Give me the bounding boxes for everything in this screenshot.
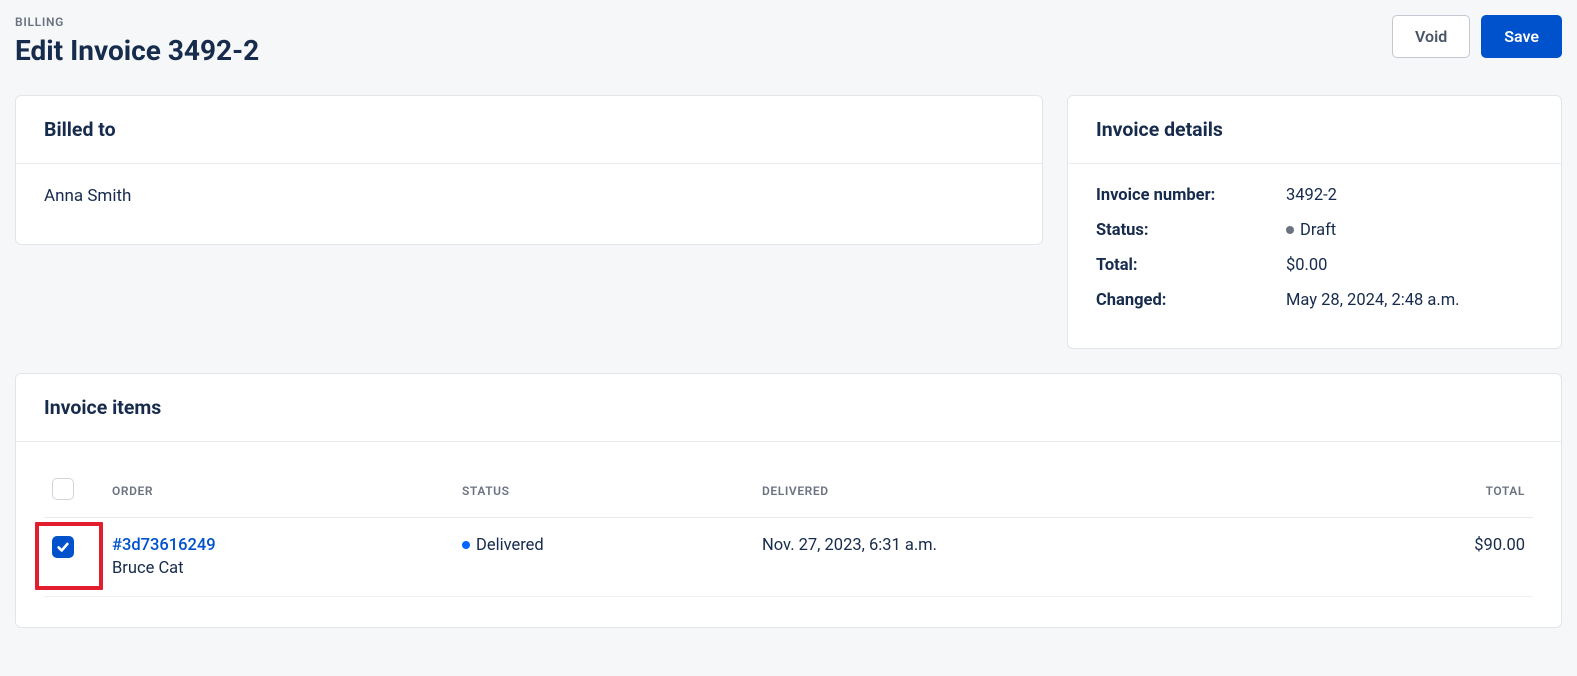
status-dot-icon bbox=[1286, 226, 1294, 234]
page-header: BILLING Edit Invoice 3492-2 Void Save bbox=[15, 15, 1562, 67]
check-icon bbox=[56, 540, 70, 554]
table-header-row: ORDER STATUS DELIVERED TOTAL bbox=[44, 464, 1533, 518]
cell-checkbox bbox=[44, 518, 104, 597]
billed-to-header: Billed to bbox=[16, 96, 1042, 164]
detail-status-text: Draft bbox=[1300, 221, 1336, 240]
invoice-items-table: ORDER STATUS DELIVERED TOTAL bbox=[44, 464, 1533, 597]
detail-row-total: Total: $0.00 bbox=[1096, 256, 1533, 275]
detail-row-invoice-number: Invoice number: 3492-2 bbox=[1096, 186, 1533, 205]
col-header-order: ORDER bbox=[104, 464, 454, 518]
detail-value-status: Draft bbox=[1286, 221, 1336, 240]
order-customer: Bruce Cat bbox=[112, 559, 446, 578]
invoice-items-header: Invoice items bbox=[16, 374, 1561, 442]
breadcrumb: BILLING bbox=[15, 15, 259, 29]
billed-to-title: Billed to bbox=[44, 118, 1014, 141]
header-title-block: BILLING Edit Invoice 3492-2 bbox=[15, 15, 259, 67]
detail-value-changed: May 28, 2024, 2:48 a.m. bbox=[1286, 291, 1460, 310]
cell-status: Delivered bbox=[454, 518, 754, 597]
detail-row-status: Status: Draft bbox=[1096, 221, 1533, 240]
cell-order: #3d73616249 Bruce Cat bbox=[104, 518, 454, 597]
top-cards-row: Billed to Anna Smith Invoice details Inv… bbox=[15, 95, 1562, 349]
invoice-items-title: Invoice items bbox=[44, 396, 1533, 419]
cell-delivered: Nov. 27, 2023, 6:31 a.m. bbox=[754, 518, 1331, 597]
invoice-details-title: Invoice details bbox=[1096, 118, 1533, 141]
invoice-items-card: Invoice items ORDER STATUS DELIVERED TOT… bbox=[15, 373, 1562, 628]
invoice-details-card: Invoice details Invoice number: 3492-2 S… bbox=[1067, 95, 1562, 349]
col-header-total: TOTAL bbox=[1331, 464, 1533, 518]
detail-label-invoice-number: Invoice number: bbox=[1096, 186, 1286, 205]
row-checkbox-wrap bbox=[52, 536, 74, 559]
billed-to-card: Billed to Anna Smith bbox=[15, 95, 1043, 245]
select-all-checkbox[interactable] bbox=[52, 478, 74, 500]
row-status-text: Delivered bbox=[476, 536, 544, 555]
invoice-details-header: Invoice details bbox=[1068, 96, 1561, 164]
detail-value-total: $0.00 bbox=[1286, 256, 1327, 275]
page-title: Edit Invoice 3492-2 bbox=[15, 34, 259, 67]
table-row: #3d73616249 Bruce Cat Delivered Nov. 27,… bbox=[44, 518, 1533, 597]
status-dot-icon bbox=[462, 541, 470, 549]
invoice-items-table-wrap: ORDER STATUS DELIVERED TOTAL bbox=[16, 464, 1561, 597]
col-header-delivered: DELIVERED bbox=[754, 464, 1331, 518]
invoice-details-body: Invoice number: 3492-2 Status: Draft Tot… bbox=[1068, 164, 1561, 348]
void-button[interactable]: Void bbox=[1392, 15, 1470, 58]
header-actions: Void Save bbox=[1392, 15, 1562, 58]
billed-to-body: Anna Smith bbox=[16, 164, 1042, 244]
save-button[interactable]: Save bbox=[1481, 15, 1562, 58]
order-link[interactable]: #3d73616249 bbox=[112, 536, 216, 555]
detail-value-invoice-number: 3492-2 bbox=[1286, 186, 1337, 205]
detail-label-changed: Changed: bbox=[1096, 291, 1286, 310]
detail-row-changed: Changed: May 28, 2024, 2:48 a.m. bbox=[1096, 291, 1533, 310]
row-checkbox[interactable] bbox=[52, 536, 74, 558]
cell-total: $90.00 bbox=[1331, 518, 1533, 597]
billed-to-name: Anna Smith bbox=[44, 186, 1014, 206]
col-header-checkbox bbox=[44, 464, 104, 518]
col-header-status: STATUS bbox=[454, 464, 754, 518]
detail-label-status: Status: bbox=[1096, 221, 1286, 240]
detail-label-total: Total: bbox=[1096, 256, 1286, 275]
